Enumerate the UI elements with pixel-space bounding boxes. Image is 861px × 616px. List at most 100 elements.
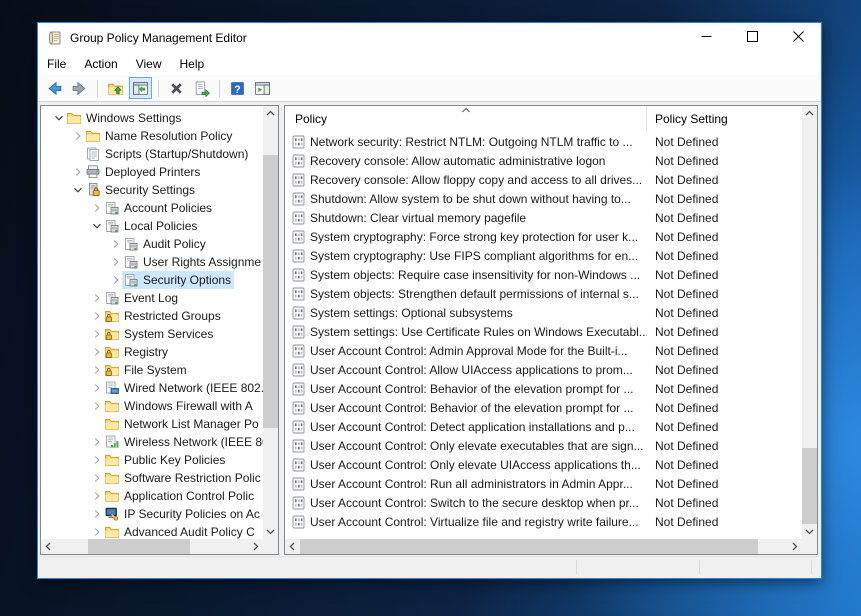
menu-view[interactable]: View (127, 54, 171, 74)
policy-row[interactable]: Network security: Restrict NTLM: Outgoin… (285, 132, 802, 151)
scroll-thumb[interactable] (300, 539, 758, 554)
tree-item-registry[interactable]: Registry (41, 343, 263, 361)
tree-item-event-log[interactable]: Event Log (41, 289, 263, 307)
policy-row[interactable]: Shutdown: Clear virtual memory pagefileN… (285, 208, 802, 227)
policy-row[interactable]: Shutdown: Allow system to be shut down w… (285, 189, 802, 208)
chevron-right-icon[interactable] (91, 455, 103, 465)
show-console-tree-button[interactable] (129, 77, 152, 99)
up-one-level-button[interactable] (104, 77, 127, 99)
chevron-right-icon[interactable] (72, 167, 84, 177)
menu-file[interactable]: File (38, 54, 75, 74)
menu-help[interactable]: Help (171, 54, 214, 74)
chevron-down-icon[interactable] (91, 221, 103, 231)
chevron-down-icon[interactable] (53, 113, 65, 123)
scroll-left-button[interactable] (285, 539, 300, 554)
tree-item-deployed-printers[interactable]: Deployed Printers (41, 163, 263, 181)
tree-item-windows-firewall-with-a[interactable]: Windows Firewall with A (41, 397, 263, 415)
chevron-right-icon[interactable] (91, 491, 103, 501)
tree-item-software-restriction-polic[interactable]: Software Restriction Polic (41, 469, 263, 487)
forward-button[interactable] (68, 77, 91, 99)
policy-row[interactable]: User Account Control: Only elevate UIAcc… (285, 455, 802, 474)
policy-row[interactable]: System settings: Optional subsystemsNot … (285, 303, 802, 322)
scroll-up-button[interactable] (802, 106, 817, 121)
scroll-thumb[interactable] (263, 155, 278, 428)
policy-row[interactable]: Recovery console: Allow automatic admini… (285, 151, 802, 170)
tree-item-audit-policy[interactable]: Audit Policy (41, 235, 263, 253)
tree-item-security-settings[interactable]: Security Settings (41, 181, 263, 199)
tree-item-advanced-audit-policy-c[interactable]: Advanced Audit Policy C (41, 523, 263, 539)
chevron-right-icon[interactable] (91, 509, 103, 519)
policy-row[interactable]: User Account Control: Behavior of the el… (285, 398, 802, 417)
policy-row[interactable]: User Account Control: Admin Approval Mod… (285, 341, 802, 360)
chevron-right-icon[interactable] (110, 257, 122, 267)
chevron-down-icon[interactable] (72, 185, 84, 195)
policy-row[interactable]: User Account Control: Virtualize file an… (285, 512, 802, 531)
tree-item-user-rights-assignme[interactable]: User Rights Assignme (41, 253, 263, 271)
tree-item-file-system[interactable]: File System (41, 361, 263, 379)
policy-row[interactable]: System cryptography: Use FIPS compliant … (285, 246, 802, 265)
chevron-right-icon[interactable] (91, 203, 103, 213)
tree-item-public-key-policies[interactable]: Public Key Policies (41, 451, 263, 469)
scroll-right-button[interactable] (787, 539, 802, 554)
scroll-thumb[interactable] (802, 448, 817, 524)
show-action-pane-button[interactable] (251, 77, 274, 99)
chevron-right-icon[interactable] (91, 347, 103, 357)
chevron-right-icon[interactable] (91, 311, 103, 321)
list-vertical-scrollbar[interactable] (802, 106, 817, 539)
tree-item-system-services[interactable]: System Services (41, 325, 263, 343)
chevron-right-icon[interactable] (110, 275, 122, 285)
tree-item-restricted-groups[interactable]: Restricted Groups (41, 307, 263, 325)
minimize-button[interactable] (683, 23, 729, 53)
help-button[interactable]: ? (226, 77, 249, 99)
tree-item-network-list-manager-po[interactable]: Network List Manager Po (41, 415, 263, 433)
scroll-down-button[interactable] (802, 524, 817, 539)
policy-row[interactable]: User Account Control: Only elevate execu… (285, 436, 802, 455)
policy-row[interactable]: System cryptography: Force strong key pr… (285, 227, 802, 246)
chevron-right-icon[interactable] (91, 401, 103, 411)
tree-item-security-options[interactable]: Security Options (41, 271, 263, 289)
tree-vertical-scrollbar[interactable] (263, 106, 278, 539)
back-button[interactable] (43, 77, 66, 99)
chevron-right-icon[interactable] (91, 383, 103, 393)
policy-row[interactable]: User Account Control: Behavior of the el… (285, 379, 802, 398)
scroll-left-button[interactable] (41, 539, 56, 554)
policy-row[interactable]: Recovery console: Allow floppy copy and … (285, 170, 802, 189)
scroll-right-button[interactable] (248, 539, 263, 554)
chevron-right-icon[interactable] (91, 293, 103, 303)
policy-setting-column-header[interactable]: Policy Setting (647, 106, 802, 132)
list-horizontal-scrollbar[interactable] (285, 539, 802, 554)
chevron-right-icon[interactable] (91, 527, 103, 537)
menu-action[interactable]: Action (75, 54, 126, 74)
tree-item-wired-network-ieee-802[interactable]: Wired Network (IEEE 802. (41, 379, 263, 397)
policy-row[interactable]: User Account Control: Detect application… (285, 417, 802, 436)
tree-item-ip-security-policies-on-ac[interactable]: IP Security Policies on Ac (41, 505, 263, 523)
chevron-right-icon[interactable] (91, 437, 103, 447)
chevron-right-icon[interactable] (72, 131, 84, 141)
tree-item-scripts-startup-shutdown[interactable]: Scripts (Startup/Shutdown) (41, 145, 263, 163)
close-button[interactable] (775, 23, 821, 53)
delete-button[interactable] (165, 77, 188, 99)
chevron-right-icon[interactable] (91, 365, 103, 375)
chevron-right-icon[interactable] (110, 239, 122, 249)
tree-item-application-control-polic[interactable]: Application Control Polic (41, 487, 263, 505)
policy-row[interactable]: System objects: Require case insensitivi… (285, 265, 802, 284)
tree-horizontal-scrollbar[interactable] (41, 539, 263, 554)
policy-column-header[interactable]: Policy (285, 106, 647, 132)
scroll-down-button[interactable] (263, 524, 278, 539)
scroll-thumb[interactable] (88, 539, 190, 554)
title-bar[interactable]: Group Policy Management Editor (38, 23, 821, 53)
chevron-right-icon[interactable] (91, 473, 103, 483)
tree-item-account-policies[interactable]: Account Policies (41, 199, 263, 217)
tree-item-name-resolution-policy[interactable]: Name Resolution Policy (41, 127, 263, 145)
tree-item-local-policies[interactable]: Local Policies (41, 217, 263, 235)
tree-item-windows-settings[interactable]: Windows Settings (41, 109, 263, 127)
tree-item-wireless-network-ieee-80[interactable]: Wireless Network (IEEE 80 (41, 433, 263, 451)
policy-row[interactable]: User Account Control: Allow UIAccess app… (285, 360, 802, 379)
policy-row[interactable]: System objects: Strengthen default permi… (285, 284, 802, 303)
maximize-button[interactable] (729, 23, 775, 53)
export-list-button[interactable] (190, 77, 213, 99)
policy-row[interactable]: User Account Control: Run all administra… (285, 474, 802, 493)
chevron-right-icon[interactable] (91, 329, 103, 339)
scroll-up-button[interactable] (263, 106, 278, 121)
policy-row[interactable]: System settings: Use Certificate Rules o… (285, 322, 802, 341)
